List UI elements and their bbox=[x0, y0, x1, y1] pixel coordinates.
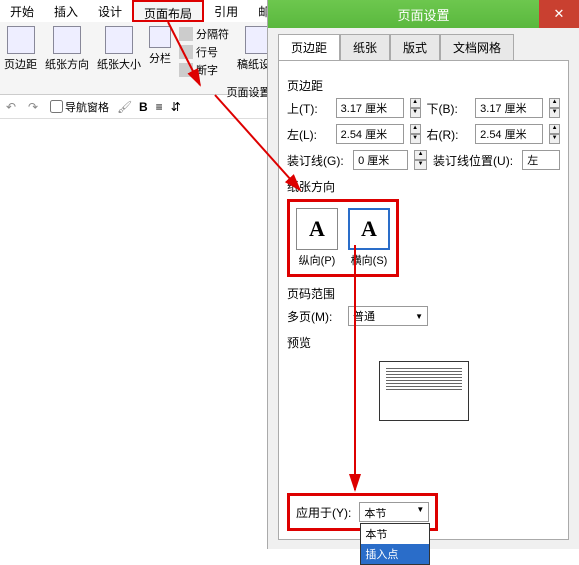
page-setup-group-label: 页面设置 bbox=[227, 84, 271, 100]
dtab-grid[interactable]: 文档网格 bbox=[440, 34, 514, 60]
tab-home[interactable]: 开始 bbox=[0, 0, 44, 22]
list-button[interactable]: ≡ bbox=[156, 100, 163, 114]
dialog-body: 页边距 上(T): ▲▼ 下(B): ▲▼ 左(L): ▲▼ 右(R): ▲▼ … bbox=[278, 60, 569, 540]
bottom-label: 下(B): bbox=[427, 100, 470, 117]
left-input[interactable] bbox=[336, 124, 404, 144]
multi-page-select[interactable]: 普通▼ bbox=[348, 306, 428, 326]
top-input[interactable] bbox=[336, 98, 404, 118]
dialog-tabs: 页边距 纸张 版式 文档网格 bbox=[278, 34, 569, 60]
bold-button[interactable]: B bbox=[139, 100, 148, 114]
pages-section-label: 页码范围 bbox=[287, 285, 560, 302]
tab-design[interactable]: 设计 bbox=[88, 0, 132, 22]
gutter-spinner[interactable]: ▲▼ bbox=[414, 150, 427, 170]
hyphenation-button[interactable]: 断字 bbox=[179, 62, 229, 78]
undo-icon[interactable]: ↶ bbox=[6, 100, 20, 114]
redo-icon[interactable]: ↷ bbox=[28, 100, 42, 114]
left-spinner[interactable]: ▲▼ bbox=[410, 124, 421, 144]
line-numbers-icon bbox=[179, 45, 193, 59]
nav-pane-checkbox[interactable]: 导航窗格 bbox=[50, 99, 109, 115]
top-spinner[interactable]: ▲▼ bbox=[410, 98, 421, 118]
close-button[interactable]: ✕ bbox=[539, 0, 579, 28]
right-spinner[interactable]: ▲▼ bbox=[549, 124, 560, 144]
portrait-option[interactable]: A 纵向(P) bbox=[296, 208, 338, 268]
dtab-layout[interactable]: 版式 bbox=[390, 34, 440, 60]
dd-item-section[interactable]: 本节 bbox=[361, 524, 429, 544]
gutter-input[interactable] bbox=[353, 150, 408, 170]
dialog-titlebar: 页面设置 ✕ bbox=[268, 0, 579, 28]
chevron-down-icon: ▼ bbox=[415, 312, 423, 321]
gutter-label: 装订线(G): bbox=[287, 152, 347, 169]
apply-to-group: 应用于(Y): 本节 ▼ 本节 插入点 bbox=[287, 493, 438, 531]
dialog-title-text: 页面设置 bbox=[397, 5, 449, 24]
orientation-icon bbox=[53, 26, 81, 54]
multi-page-label: 多页(M): bbox=[287, 308, 342, 325]
portrait-icon: A bbox=[296, 208, 338, 250]
columns-button[interactable]: 分栏 bbox=[149, 26, 171, 78]
breaks-icon bbox=[179, 27, 193, 41]
tab-insert[interactable]: 插入 bbox=[44, 0, 88, 22]
right-input[interactable] bbox=[475, 124, 543, 144]
preview-thumbnail bbox=[379, 361, 469, 421]
dtab-margins[interactable]: 页边距 bbox=[278, 34, 340, 60]
orientation-button[interactable]: 纸张方向 bbox=[45, 26, 89, 78]
sort-button[interactable]: ⇵ bbox=[171, 100, 181, 114]
top-label: 上(T): bbox=[287, 100, 330, 117]
dtab-paper[interactable]: 纸张 bbox=[340, 34, 390, 60]
tab-page-layout[interactable]: 页面布局 bbox=[132, 0, 204, 22]
landscape-icon: A bbox=[348, 208, 390, 250]
left-label: 左(L): bbox=[287, 126, 330, 143]
format-painter-icon[interactable]: 🖌 bbox=[117, 100, 131, 114]
margins-button[interactable]: 页边距 bbox=[4, 26, 37, 78]
chevron-down-icon: ▼ bbox=[416, 505, 424, 521]
breaks-group: 分隔符 行号 断字 bbox=[179, 26, 229, 78]
landscape-option[interactable]: A 横向(S) bbox=[348, 208, 390, 268]
breaks-button[interactable]: 分隔符 bbox=[179, 26, 229, 42]
apply-dropdown: 本节 插入点 bbox=[360, 523, 430, 565]
hyphenation-icon bbox=[179, 63, 193, 77]
line-numbers-button[interactable]: 行号 bbox=[179, 44, 229, 60]
margins-section-label: 页边距 bbox=[287, 77, 560, 94]
apply-select[interactable]: 本节 ▼ 本节 插入点 bbox=[359, 502, 429, 522]
tab-references[interactable]: 引用 bbox=[204, 0, 248, 22]
orientation-section-label: 纸张方向 bbox=[287, 178, 560, 195]
size-icon bbox=[105, 26, 133, 54]
right-label: 右(R): bbox=[427, 126, 470, 143]
gutter-pos-select[interactable]: 左 bbox=[522, 150, 560, 170]
dd-item-insertion[interactable]: 插入点 bbox=[361, 544, 429, 564]
columns-icon bbox=[149, 26, 171, 48]
bottom-input[interactable] bbox=[475, 98, 543, 118]
preview-section-label: 预览 bbox=[287, 334, 560, 351]
size-button[interactable]: 纸张大小 bbox=[97, 26, 141, 78]
margins-icon bbox=[7, 26, 35, 54]
bottom-spinner[interactable]: ▲▼ bbox=[549, 98, 560, 118]
page-setup-dialog: 页面设置 ✕ 页边距 纸张 版式 文档网格 页边距 上(T): ▲▼ 下(B):… bbox=[267, 0, 579, 549]
gutter-pos-label: 装订线位置(U): bbox=[433, 152, 516, 169]
orientation-group: A 纵向(P) A 横向(S) bbox=[287, 199, 399, 277]
apply-label: 应用于(Y): bbox=[296, 504, 351, 521]
